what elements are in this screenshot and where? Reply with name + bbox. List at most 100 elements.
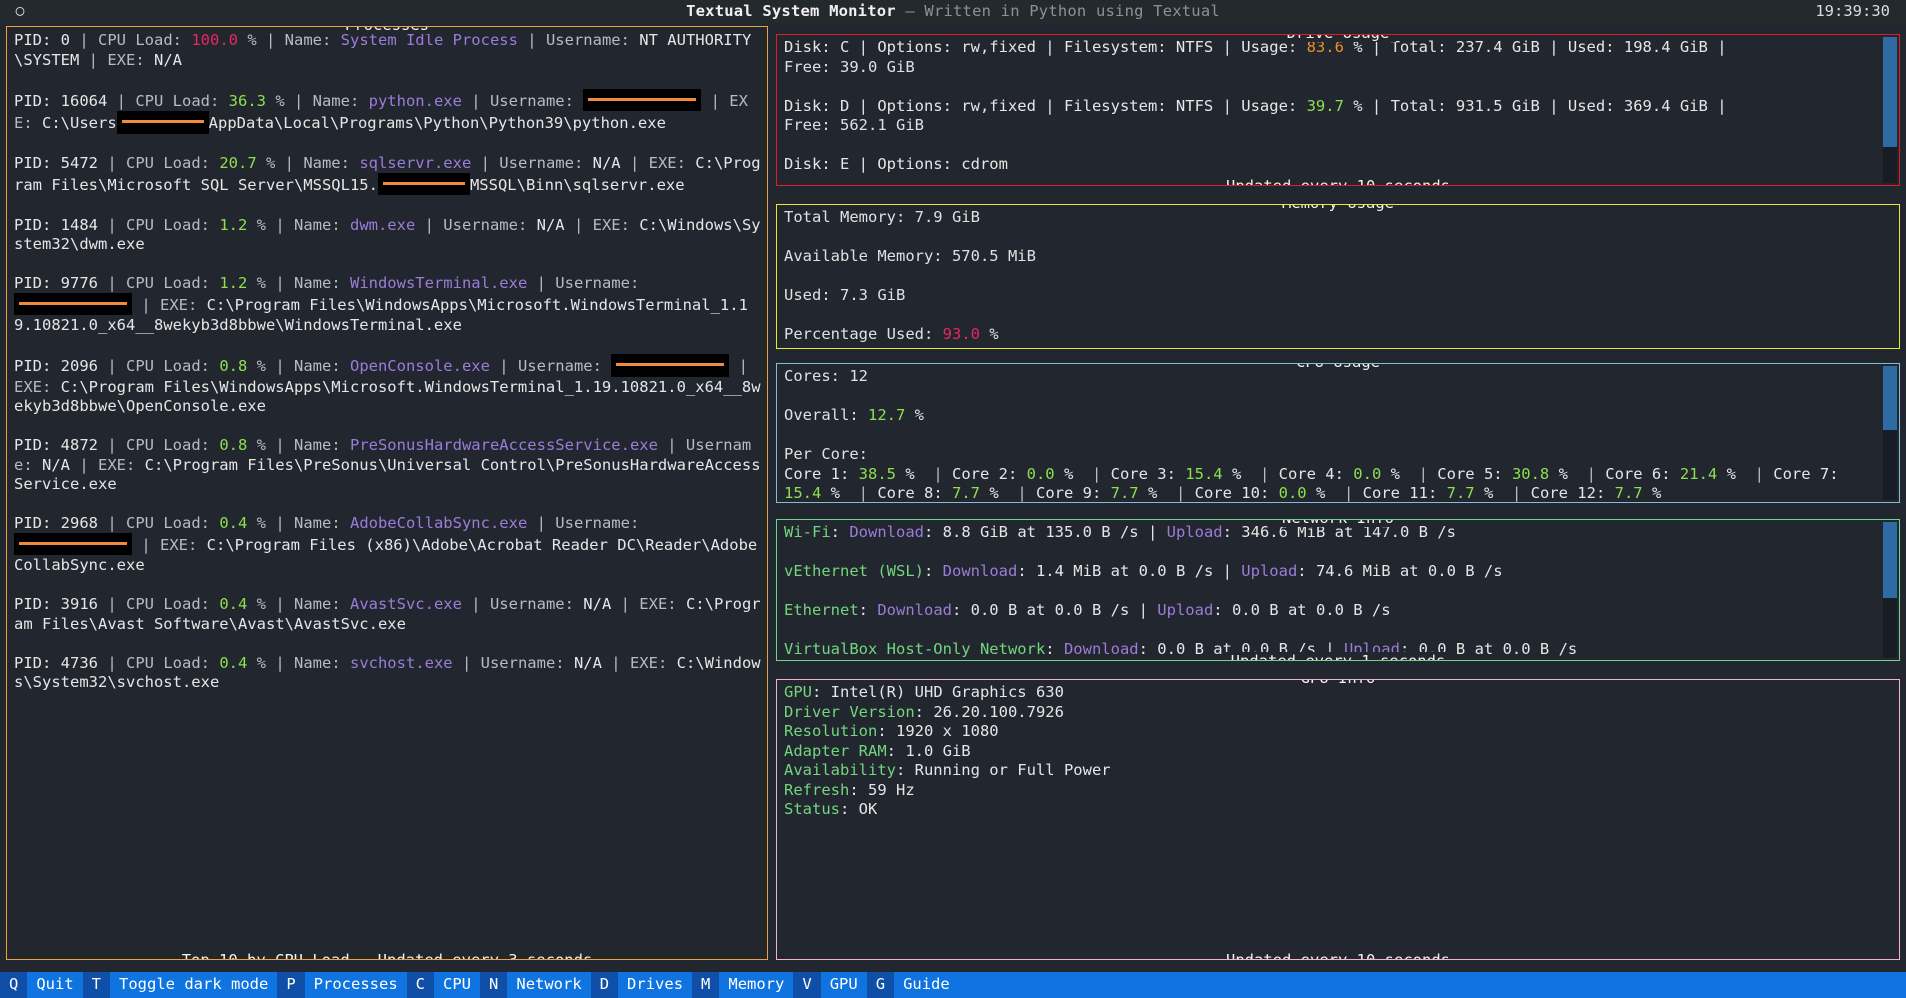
process-entry[interactable]: PID: 3916 | CPU Load: 0.4 % | Name: Avas… [14,595,761,634]
footer-action-processes[interactable]: Processes [305,972,407,998]
system-monitor-app: ◯ Textual System Monitor — Written in Py… [0,0,1906,998]
drive-scrollbar[interactable] [1883,37,1897,183]
cpu-scrollbar-thumb[interactable] [1883,366,1897,430]
redacted-text [117,111,209,134]
network-interface-row: Wi-Fi: Download: 8.8 GiB at 135.0 B /s |… [784,523,1893,543]
footer-key-m[interactable]: M [692,972,719,998]
footer-action-quit[interactable]: Quit [27,972,82,998]
footer-key-d[interactable]: D [591,972,618,998]
process-line: PID: 4736 | CPU Load: 0.4 % | Name: svch… [14,654,761,693]
network-interface-row: Ethernet: Download: 0.0 B at 0.0 B /s | … [784,601,1893,621]
footer-action-toggle-dark-mode[interactable]: Toggle dark mode [110,972,277,998]
clock: 19:39:30 [1815,2,1906,22]
process-line: PID: 0 | CPU Load: 100.0 % | Name: Syste… [14,31,761,70]
processes-panel: Processes PID: 0 | CPU Load: 100.0 % | N… [6,26,768,960]
memory-usage-panel: Memory Usage Total Memory: 7.9 GiB Avail… [776,204,1900,349]
drive-row-free: Free: 39.0 GiB [784,58,1893,78]
cpu-overall: Overall: 12.7 % [784,406,1893,426]
process-entry[interactable]: PID: 2968 | CPU Load: 0.4 % | Name: Adob… [14,514,761,576]
memory-usage-content: Total Memory: 7.9 GiB Available Memory: … [777,205,1899,348]
cpu-scrollbar[interactable] [1883,366,1897,500]
gpu-row: Refresh: 59 Hz [784,781,1893,801]
process-line: PID: 2968 | CPU Load: 0.4 % | Name: Adob… [14,514,761,576]
process-entry[interactable]: PID: 4872 | CPU Load: 0.8 % | Name: PreS… [14,436,761,495]
memory-percent-label: Percentage Used: [784,325,943,343]
redacted-text [14,533,132,556]
footer-action-drives[interactable]: Drives [618,972,692,998]
network-scrollbar-thumb[interactable] [1883,522,1897,598]
drive-usage-panel: Drive Usage Disk: C | Options: rw,fixed … [776,34,1900,186]
cpu-cores: Cores: 12 [784,367,1893,387]
process-entry[interactable]: PID: 0 | CPU Load: 100.0 % | Name: Syste… [14,31,761,70]
network-info-content: Wi-Fi: Download: 8.8 GiB at 135.0 B /s |… [777,520,1899,660]
left-column: Processes PID: 0 | CPU Load: 100.0 % | N… [0,24,772,972]
cpu-usage-panel: CPU Usage Cores: 12 Overall: 12.7 % Per … [776,363,1900,503]
footer-key-v[interactable]: V [793,972,820,998]
network-interface-row: vEthernet (WSL): Download: 1.4 MiB at 0.… [784,562,1893,582]
cpu-per-core-values: Core 1: 38.5 % | Core 2: 0.0 % | Core 3:… [784,465,1893,503]
drive-scrollbar-thumb[interactable] [1883,37,1897,147]
cpu-per-core-label: Per Core: [784,445,1893,465]
footer-action-cpu[interactable]: CPU [434,972,480,998]
main-body: Processes PID: 0 | CPU Load: 100.0 % | N… [0,24,1906,972]
process-line: PID: 16064 | CPU Load: 36.3 % | Name: py… [14,90,761,135]
process-list[interactable]: PID: 0 | CPU Load: 100.0 % | Name: Syste… [7,27,767,959]
process-line: PID: 4872 | CPU Load: 0.8 % | Name: PreS… [14,436,761,495]
process-line: PID: 3916 | CPU Load: 0.4 % | Name: Avas… [14,595,761,634]
process-entry[interactable]: PID: 16064 | CPU Load: 36.3 % | Name: py… [14,90,761,135]
process-line: PID: 2096 | CPU Load: 0.8 % | Name: Open… [14,355,761,417]
network-scrollbar[interactable] [1883,522,1897,658]
footer-action-gpu[interactable]: GPU [821,972,867,998]
process-entry[interactable]: PID: 4736 | CPU Load: 0.4 % | Name: svch… [14,654,761,693]
gpu-info-panel: GPU Info GPU: Intel(R) UHD Graphics 630D… [776,679,1900,960]
memory-available: Available Memory: 570.5 MiB [784,247,1893,267]
app-header: ◯ Textual System Monitor — Written in Py… [0,0,1906,24]
redacted-text [583,89,701,112]
gpu-row: Adapter RAM: 1.0 GiB [784,742,1893,762]
memory-percent-value: 93.0 [943,325,980,343]
network-info-panel: Network Info Wi-Fi: Download: 8.8 GiB at… [776,519,1900,661]
right-column: Drive Usage Disk: C | Options: rw,fixed … [772,24,1906,972]
drive-usage-content: Disk: C | Options: rw,fixed | Filesystem… [777,35,1899,185]
footer-key-p[interactable]: P [277,972,304,998]
cpu-overall-label: Overall: [784,406,868,424]
page-title: Textual System Monitor — Written in Pyth… [0,2,1906,22]
footer-keybindings: QQuitTToggle dark modePProcessesCCPUNNet… [0,972,1906,998]
app-subtitle-text: Written in Python using Textual [924,2,1220,20]
drive-row: Disk: D | Options: rw,fixed | Filesystem… [784,97,1893,117]
footer-filler [959,972,1906,998]
cpu-usage-content: Cores: 12 Overall: 12.7 % Per Core: Core… [777,364,1899,502]
gpu-row: Availability: Running or Full Power [784,761,1893,781]
footer-action-network[interactable]: Network [507,972,590,998]
process-line: PID: 5472 | CPU Load: 20.7 % | Name: sql… [14,154,761,196]
network-interface-row: VirtualBox Host-Only Network: Download: … [784,640,1893,660]
app-title-dash: — [896,2,925,20]
footer-key-g[interactable]: G [867,972,894,998]
footer-action-memory[interactable]: Memory [719,972,793,998]
gpu-row: Status: OK [784,800,1893,820]
redacted-text [378,173,470,196]
footer-key-n[interactable]: N [480,972,507,998]
process-entry[interactable]: PID: 1484 | CPU Load: 1.2 % | Name: dwm.… [14,216,761,255]
gpu-row: Resolution: 1920 x 1080 [784,722,1893,742]
process-entry[interactable]: PID: 2096 | CPU Load: 0.8 % | Name: Open… [14,355,761,417]
redacted-text [611,354,729,377]
process-entry[interactable]: PID: 5472 | CPU Load: 20.7 % | Name: sql… [14,154,761,196]
cpu-overall-value: 12.7 [868,406,905,424]
gpu-row: GPU: Intel(R) UHD Graphics 630 [784,683,1893,703]
process-line: PID: 9776 | CPU Load: 1.2 % | Name: Wind… [14,274,761,336]
redacted-text [14,293,132,316]
memory-percent: Percentage Used: 93.0 % [784,325,1893,345]
app-title-text: Textual System Monitor [686,2,896,20]
gpu-row: Driver Version: 26.20.100.7926 [784,703,1893,723]
memory-total: Total Memory: 7.9 GiB [784,208,1893,228]
cpu-overall-suffix: % [905,406,924,424]
footer-action-guide[interactable]: Guide [894,972,959,998]
memory-used: Used: 7.3 GiB [784,286,1893,306]
footer-key-t[interactable]: T [83,972,110,998]
footer-key-q[interactable]: Q [0,972,27,998]
footer-key-c[interactable]: C [407,972,434,998]
process-entry[interactable]: PID: 9776 | CPU Load: 1.2 % | Name: Wind… [14,274,761,336]
drive-row: Disk: C | Options: rw,fixed | Filesystem… [784,38,1893,58]
gpu-info-content: GPU: Intel(R) UHD Graphics 630Driver Ver… [777,680,1899,959]
